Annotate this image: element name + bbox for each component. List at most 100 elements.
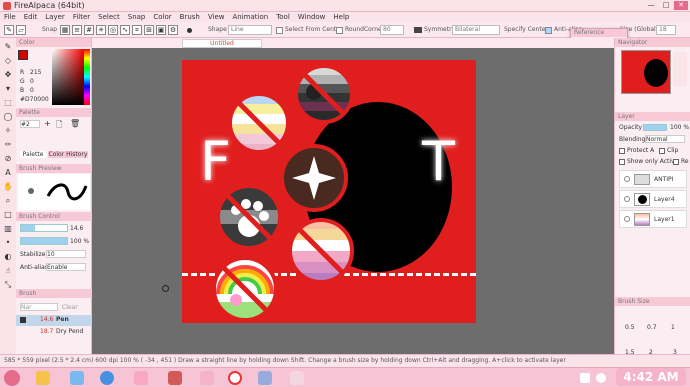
antialias-checkbox[interactable] bbox=[545, 27, 552, 34]
close-button[interactable]: ✕ bbox=[674, 1, 688, 10]
zoom-icon[interactable]: ⌕ bbox=[3, 196, 13, 206]
app-taskbar-icon[interactable] bbox=[290, 371, 304, 385]
app-taskbar-icon[interactable] bbox=[258, 371, 272, 385]
snap-cross-icon[interactable]: # bbox=[84, 25, 94, 35]
layer-row-layer1[interactable]: Layer1 bbox=[619, 210, 687, 228]
layer-row-antipi[interactable]: ANTIPI bbox=[619, 170, 687, 188]
brush-opacity-slider[interactable] bbox=[20, 237, 68, 245]
visibility-icon[interactable] bbox=[624, 176, 630, 182]
clip-checkbox[interactable] bbox=[659, 148, 665, 154]
brush-size-global-input[interactable]: 18 bbox=[656, 25, 676, 35]
hand-icon[interactable]: ✋ bbox=[3, 182, 13, 192]
g-value[interactable]: 0 bbox=[30, 78, 50, 85]
reference-layer-checkbox[interactable] bbox=[673, 159, 679, 165]
navigator-controls[interactable] bbox=[673, 52, 687, 86]
eyedropper-icon[interactable]: ⊘ bbox=[3, 154, 13, 164]
snap-radial-icon[interactable]: ✳ bbox=[96, 25, 106, 35]
snap-curve-icon[interactable]: ∿ bbox=[120, 25, 130, 35]
brush-clear-button[interactable]: Clear bbox=[62, 304, 78, 311]
app-taskbar-icon[interactable] bbox=[134, 371, 148, 385]
menu-select[interactable]: Select bbox=[94, 12, 124, 22]
magic-wand-icon[interactable]: ✧ bbox=[3, 126, 13, 136]
pen-icon[interactable]: ✎ bbox=[3, 42, 13, 52]
stabilize-select[interactable]: 10 bbox=[46, 250, 86, 258]
brush-item-dry-pen[interactable]: 18.7 Dry Pend bbox=[16, 327, 92, 337]
minimize-button[interactable]: — bbox=[644, 1, 658, 10]
blur-icon[interactable]: ◐ bbox=[3, 252, 13, 262]
primary-color-swatch[interactable] bbox=[18, 50, 28, 60]
color-picker-square[interactable] bbox=[52, 49, 84, 105]
round-corner-input[interactable]: 80 bbox=[380, 25, 404, 35]
eraser-tool-icon[interactable]: ▱ bbox=[16, 25, 26, 35]
pen-tool-icon[interactable]: ✎ bbox=[4, 25, 14, 35]
transform-icon[interactable]: ⤡ bbox=[3, 280, 13, 290]
brush-item-pen[interactable]: 14.6 Pen bbox=[16, 315, 92, 326]
protect-alpha-checkbox[interactable] bbox=[619, 148, 625, 154]
layer-opacity-slider[interactable] bbox=[643, 124, 667, 131]
r-value[interactable]: 215 bbox=[30, 69, 50, 76]
show-only-active-checkbox[interactable] bbox=[619, 159, 625, 165]
hue-slider[interactable] bbox=[84, 49, 90, 105]
menu-file[interactable]: File bbox=[0, 12, 20, 22]
shape-select[interactable]: Line bbox=[228, 25, 272, 35]
shape-icon[interactable]: □ bbox=[3, 210, 13, 220]
browser-taskbar-icon[interactable] bbox=[100, 371, 114, 385]
menu-snap[interactable]: Snap bbox=[124, 12, 150, 22]
round-corner-checkbox[interactable] bbox=[336, 27, 343, 34]
menu-view[interactable]: View bbox=[204, 12, 229, 22]
gradient-icon[interactable]: ▥ bbox=[3, 224, 13, 234]
snap-3d-icon[interactable]: ⊞ bbox=[144, 25, 154, 35]
menu-animation[interactable]: Animation bbox=[229, 12, 273, 22]
folder-taskbar-icon[interactable] bbox=[36, 371, 50, 385]
lasso-icon[interactable]: ◯ bbox=[3, 112, 13, 122]
symmetry-select[interactable]: Bilateral bbox=[452, 25, 500, 35]
opera-taskbar-icon[interactable] bbox=[228, 371, 242, 385]
tab-untitled[interactable]: Untitled bbox=[182, 39, 262, 48]
snap-grid-icon[interactable]: ▣ bbox=[156, 25, 166, 35]
tab-color-history[interactable]: Color History bbox=[48, 151, 88, 158]
hex-value[interactable]: #D70000 bbox=[20, 96, 49, 103]
palette-select[interactable]: #2 bbox=[20, 120, 40, 128]
brush-size-preset[interactable]: 0.5 bbox=[625, 324, 635, 331]
explorer-taskbar-icon[interactable] bbox=[70, 371, 84, 385]
add-palette-icon[interactable]: + bbox=[44, 119, 51, 128]
eraser-icon[interactable]: ◇ bbox=[3, 56, 13, 66]
start-icon[interactable] bbox=[4, 370, 20, 386]
volume-icon[interactable] bbox=[596, 373, 606, 383]
brush-size-preset[interactable]: 0.7 bbox=[647, 324, 657, 331]
brush-size-preset[interactable]: 1 bbox=[671, 324, 675, 331]
tray-icon[interactable] bbox=[580, 373, 590, 383]
select-pen-icon[interactable]: ✑ bbox=[3, 140, 13, 150]
fill-icon[interactable]: ▾ bbox=[3, 84, 13, 94]
select-rect-icon[interactable]: ⬚ bbox=[3, 98, 13, 108]
select-from-center-checkbox[interactable] bbox=[276, 27, 283, 34]
menu-filter[interactable]: Filter bbox=[69, 12, 94, 22]
snap-perspective-icon[interactable]: ⌗ bbox=[132, 25, 142, 35]
menu-help[interactable]: Help bbox=[329, 12, 353, 22]
menu-brush[interactable]: Brush bbox=[176, 12, 204, 22]
layer-row-layer4[interactable]: Layer4 bbox=[619, 190, 687, 208]
move-icon[interactable]: ✥ bbox=[3, 70, 13, 80]
menu-tool[interactable]: Tool bbox=[272, 12, 294, 22]
specify-center-label[interactable]: Specify Center bbox=[504, 26, 548, 33]
b-value[interactable]: 0 bbox=[30, 87, 50, 94]
snap-parallel-icon[interactable]: ≡ bbox=[72, 25, 82, 35]
new-color-icon[interactable]: 🗋 bbox=[56, 119, 62, 133]
snap-off-icon[interactable]: ▦ bbox=[60, 25, 70, 35]
visibility-icon[interactable] bbox=[624, 216, 630, 222]
drawing-canvas[interactable]: F T bbox=[182, 60, 476, 323]
menu-window[interactable]: Window bbox=[294, 12, 330, 22]
text-icon[interactable]: A bbox=[3, 168, 13, 178]
antialias-select[interactable]: Enable bbox=[46, 263, 86, 271]
snap-settings-icon[interactable]: ⚙ bbox=[168, 25, 178, 35]
taskbar-clock[interactable]: 4:42 AM bbox=[616, 368, 686, 386]
navigator-thumbnail[interactable] bbox=[621, 50, 671, 94]
brush-size-slider[interactable] bbox=[20, 224, 68, 232]
snap-circle-icon[interactable]: ◎ bbox=[108, 25, 118, 35]
app-taskbar-icon[interactable] bbox=[200, 371, 214, 385]
maximize-button[interactable]: □ bbox=[659, 1, 673, 10]
tab-palette[interactable]: Palette bbox=[20, 151, 46, 158]
menu-edit[interactable]: Edit bbox=[20, 12, 42, 22]
menu-layer[interactable]: Layer bbox=[41, 12, 69, 22]
delete-color-icon[interactable]: 🗑 bbox=[70, 119, 80, 128]
